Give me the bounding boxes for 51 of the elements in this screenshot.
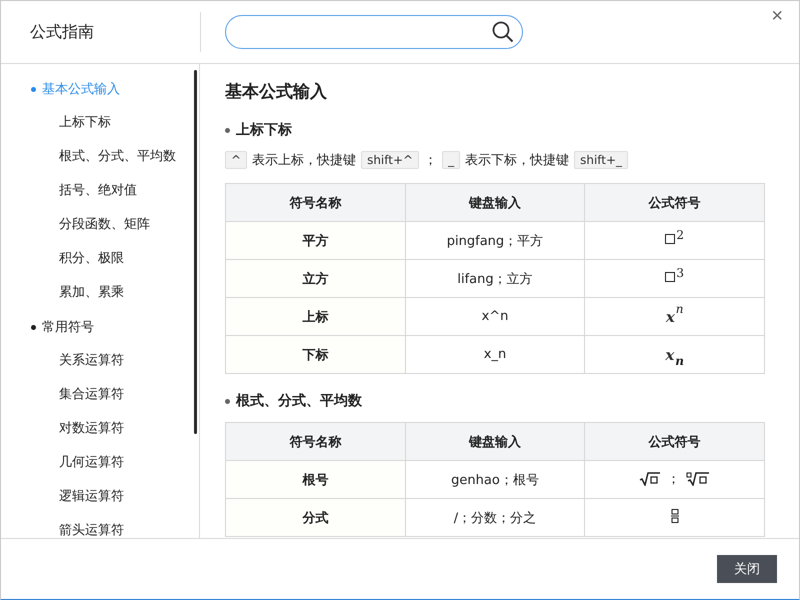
scrollbar[interactable] [194,70,197,434]
search-field[interactable] [225,15,523,49]
sidebar-item[interactable]: 根式、分式、平均数 [1,140,199,174]
sidebar-item[interactable]: 上标下标 [1,106,199,140]
sidebar-item[interactable]: 箭头运算符 [1,514,199,538]
sidebar-item[interactable]: 括号、绝对值 [1,174,199,208]
table-cell: 分式 [226,498,406,536]
close-button[interactable]: × [767,5,787,28]
sidebar-item[interactable]: 积分、极限 [1,242,199,276]
table-cell: 平方 [226,222,406,260]
table-cell: x^n [405,298,585,336]
sidebar-item[interactable]: 常用符号 [1,310,199,344]
hint-text: 表示下标，快捷键 [465,152,570,169]
section-heading: 上标下标 [236,121,292,139]
search-icon[interactable] [492,21,514,43]
column-header: 键盘输入 [405,422,585,460]
close-button[interactable]: 关闭 [717,555,777,583]
square-root-icon [639,472,662,486]
sidebar-item[interactable]: 关系运算符 [1,344,199,378]
key-label: ^ [225,151,248,169]
separator-text: ； [667,470,680,488]
sidebar-item[interactable]: 集合运算符 [1,378,199,412]
sidebar-item[interactable]: 分段函数、矩阵 [1,208,199,242]
page-heading: 基本公式输入 [225,81,328,103]
table-cell: 根号 [226,460,406,498]
table-cell: lifang；立方 [405,260,585,298]
key-label: shift+^ [361,151,420,169]
window-title: 公式指南 [1,12,201,52]
column-header: 符号名称 [226,184,406,222]
table-cell: /；分数；分之 [405,498,585,536]
section-heading: 根式、分式、平均数 [236,392,362,410]
nth-root-icon [686,472,710,486]
sidebar-item[interactable]: 逻辑运算符 [1,480,199,514]
hint-text: ； [424,152,438,169]
hint-text: 表示上标，快捷键 [252,152,356,169]
table-cell: 下标 [226,336,406,374]
table-cell: 上标 [226,298,406,336]
table-cell: pingfang；平方 [405,222,585,260]
column-header: 公式符号 [584,184,764,222]
key-label: _ [442,151,460,169]
column-header: 符号名称 [226,422,406,460]
table-cell: 立方 [226,260,406,298]
table-cell: genhao；根号 [405,460,585,498]
sidebar-item[interactable]: 几何运算符 [1,446,199,480]
column-header: 公式符号 [584,422,764,460]
column-header: 键盘输入 [405,184,585,222]
sidebar-item[interactable]: 累加、累乘 [1,276,199,310]
table-cell: x_n [405,336,585,374]
fraction-icon [670,508,679,522]
sidebar-item[interactable]: 对数运算符 [1,412,199,446]
key-label: shift+_ [574,151,628,169]
